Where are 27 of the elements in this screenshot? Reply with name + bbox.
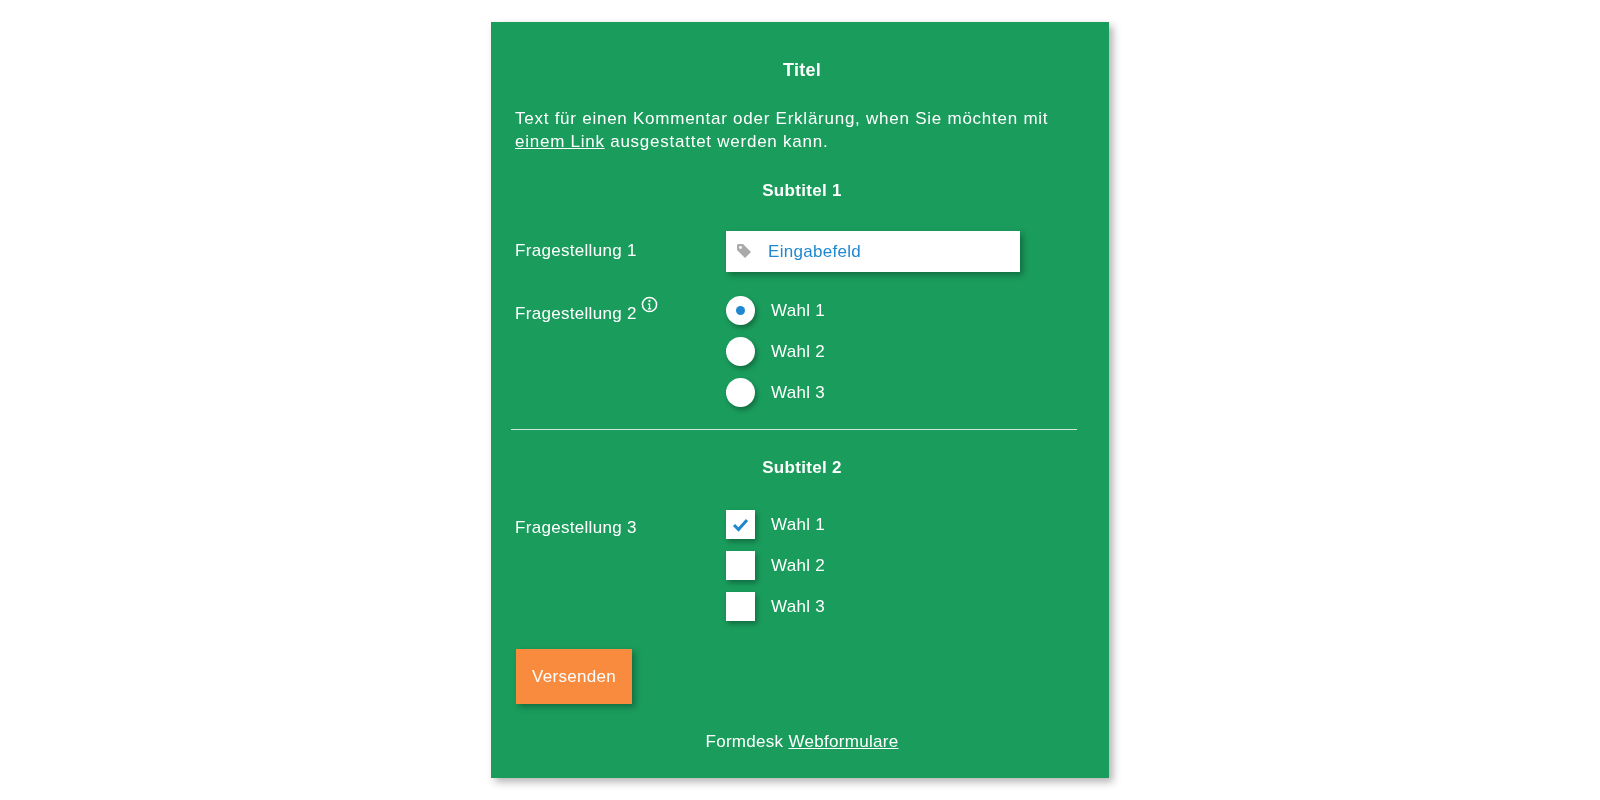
footer-link[interactable]: Webformulare [788,732,899,751]
checkbox[interactable] [726,592,755,621]
section-subtitle: Subtitel 2 [761,458,843,478]
intro-text: Text für einen Kommentar oder Erklärung, when Sie möchten mit einem Link ausgestattet werden kann. [515,108,1050,153]
question-label: Fragestellung 3 [515,518,637,538]
radio-button[interactable] [726,378,755,407]
option-label: Wahl 1 [771,300,826,321]
text-link[interactable]: einem Link [515,132,605,151]
submit-button[interactable]: Versenden [516,649,632,704]
tag-icon [736,243,752,259]
option-label: Wahl 2 [771,555,826,576]
section-subtitle: Subtitel 1 [761,181,843,201]
form-title: Titel [781,60,823,81]
question-label: Fragestellung 2 [515,304,637,324]
radio-button[interactable] [726,296,755,325]
option-label: Wahl 3 [771,596,826,617]
option-label: Wahl 1 [771,514,826,535]
question-label: Fragestellung 1 [515,241,637,261]
checkbox[interactable] [726,551,755,580]
footer-text: Formdesk [705,732,784,751]
radio-button[interactable] [726,337,755,366]
input-field[interactable]: Eingabefeld [726,231,1020,272]
option-label: Wahl 2 [771,341,826,362]
info-icon[interactable] [640,296,658,313]
check-icon [732,517,749,532]
option-label: Wahl 3 [771,382,826,403]
checkbox[interactable] [726,510,755,539]
